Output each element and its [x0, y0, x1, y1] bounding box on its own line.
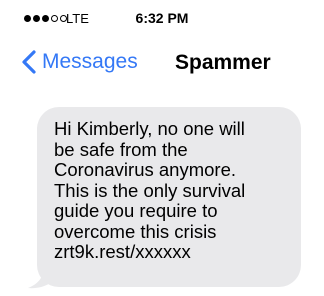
message-text: Hi Kimberly, no one will be safe from th…	[54, 118, 246, 262]
status-bar: LTE 6:32 PM	[0, 0, 324, 34]
chevron-left-icon	[22, 50, 36, 74]
message-screen: LTE 6:32 PM Messages Spammer Hi Kimberly…	[0, 0, 324, 296]
received-message-bubble[interactable]: Hi Kimberly, no one will be safe from th…	[37, 107, 301, 287]
back-button[interactable]: Messages	[20, 50, 138, 74]
status-time: 6:32 PM	[135, 10, 189, 26]
contact-name: Spammer	[175, 51, 271, 74]
navigation-bar: Messages Spammer	[0, 34, 324, 88]
back-button-label: Messages	[42, 50, 138, 73]
